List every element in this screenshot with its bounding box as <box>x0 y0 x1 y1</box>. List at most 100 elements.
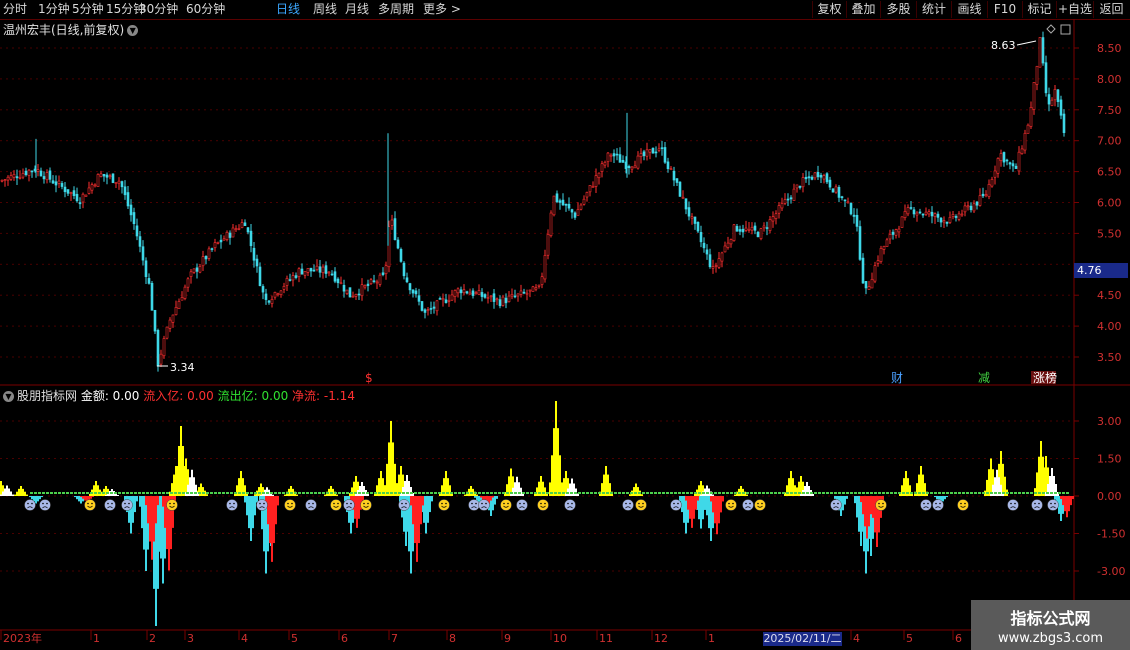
flow-dot <box>342 492 345 494</box>
indicator-bar <box>687 496 689 510</box>
indicator-bar <box>1000 484 1002 496</box>
indicator-bar <box>155 496 157 524</box>
flow-dot <box>1014 492 1017 494</box>
candle-body <box>495 298 499 301</box>
happy-face-icon <box>635 499 647 511</box>
indicator-bar <box>860 496 862 503</box>
flow-dot <box>570 492 573 494</box>
candle-body <box>615 153 619 156</box>
indicator-bar <box>710 496 712 541</box>
indicator-bar <box>1060 496 1062 500</box>
chart-canvas[interactable]: 8.50 8.00 7.50 7.00 6.50 6.00 5.50 4.50 4.00 3.50… <box>0 0 1130 650</box>
candle-body <box>1050 99 1054 106</box>
indicator-bar <box>400 466 402 496</box>
flow-dot <box>718 492 721 494</box>
candle-body <box>1056 89 1060 102</box>
flow-dot <box>630 492 633 494</box>
flow-dot <box>966 492 969 494</box>
indicator-bar <box>273 496 275 544</box>
flow-dot <box>354 492 357 494</box>
indicator-bar <box>145 496 147 571</box>
price-tick-label: 8.50 <box>1097 42 1122 55</box>
event-marker: $ <box>365 371 373 385</box>
candle-body <box>240 222 244 228</box>
candle-body <box>1002 152 1006 163</box>
candle-body <box>342 284 346 292</box>
indicator-bar <box>691 496 693 528</box>
indicator-bar <box>988 469 990 496</box>
time-label: 6 <box>955 632 962 645</box>
candle-body <box>504 297 508 304</box>
candle-body <box>834 186 838 193</box>
happy-face-icon <box>537 499 549 511</box>
candle-body <box>786 198 790 201</box>
indicator-bar <box>266 487 268 496</box>
sad-face-icon <box>1047 499 1059 511</box>
flow-dot <box>926 492 929 494</box>
indicator-bar <box>296 494 298 496</box>
candle-body <box>261 286 265 293</box>
flow-dot <box>58 492 61 494</box>
candle-body <box>522 291 526 294</box>
flow-dot <box>730 492 733 494</box>
candle-body <box>657 148 661 151</box>
indicator-bar <box>386 463 388 496</box>
indicator-bar <box>720 496 722 513</box>
candle-body <box>147 278 151 284</box>
candle-body <box>519 290 523 295</box>
flow-dot <box>910 492 913 494</box>
time-label: 12 <box>654 632 668 645</box>
flow-dot <box>498 492 501 494</box>
flow-dot <box>1030 492 1033 494</box>
candle-body <box>999 153 1003 162</box>
flow-dot <box>874 492 877 494</box>
indicator-menu-icon[interactable]: ▼ <box>3 391 14 402</box>
candle-body <box>771 216 775 222</box>
indicator-bar <box>856 496 858 518</box>
candle-body <box>954 216 958 218</box>
flow-dot <box>886 492 889 494</box>
flow-dot <box>870 492 873 494</box>
flow-dot <box>566 492 569 494</box>
flow-dot <box>378 492 381 494</box>
indicator-bar <box>267 496 269 525</box>
candle-body <box>897 228 901 233</box>
indicator-bar <box>601 483 603 496</box>
flow-dot <box>898 492 901 494</box>
flow-dot <box>106 492 109 494</box>
candle-body <box>36 169 40 172</box>
candle-body <box>804 176 808 180</box>
flow-dot <box>602 492 605 494</box>
indicator-bar <box>183 469 185 496</box>
indicator-bar <box>0 494 2 496</box>
candle-body <box>126 192 130 207</box>
indicator-bar <box>74 496 76 498</box>
candle-body <box>129 204 133 216</box>
candle-body <box>660 147 664 149</box>
candle-body <box>741 228 745 233</box>
candle-body <box>270 299 274 304</box>
candle-body <box>453 290 457 297</box>
indicator-bar <box>275 496 277 525</box>
candle-body <box>171 314 175 323</box>
candle-body <box>594 175 598 187</box>
indicator-bar <box>4 488 6 496</box>
candle-body <box>87 187 91 194</box>
flow-dot <box>882 492 885 494</box>
flow-dot <box>606 492 609 494</box>
indicator-bar <box>716 496 718 535</box>
indicator-bar <box>425 496 427 534</box>
time-label: 4 <box>241 632 248 645</box>
candle-body <box>150 282 154 311</box>
candle-body <box>360 284 364 297</box>
indicator-bar <box>174 486 176 496</box>
candle-body <box>189 271 193 277</box>
indicator-bar <box>492 496 494 511</box>
candle-body <box>537 284 541 287</box>
happy-face-icon <box>725 499 737 511</box>
time-label: 8 <box>449 632 456 645</box>
flow-dot <box>958 492 961 494</box>
candle-body <box>714 265 718 267</box>
flow-dot <box>298 492 301 494</box>
candle-body <box>663 147 667 163</box>
